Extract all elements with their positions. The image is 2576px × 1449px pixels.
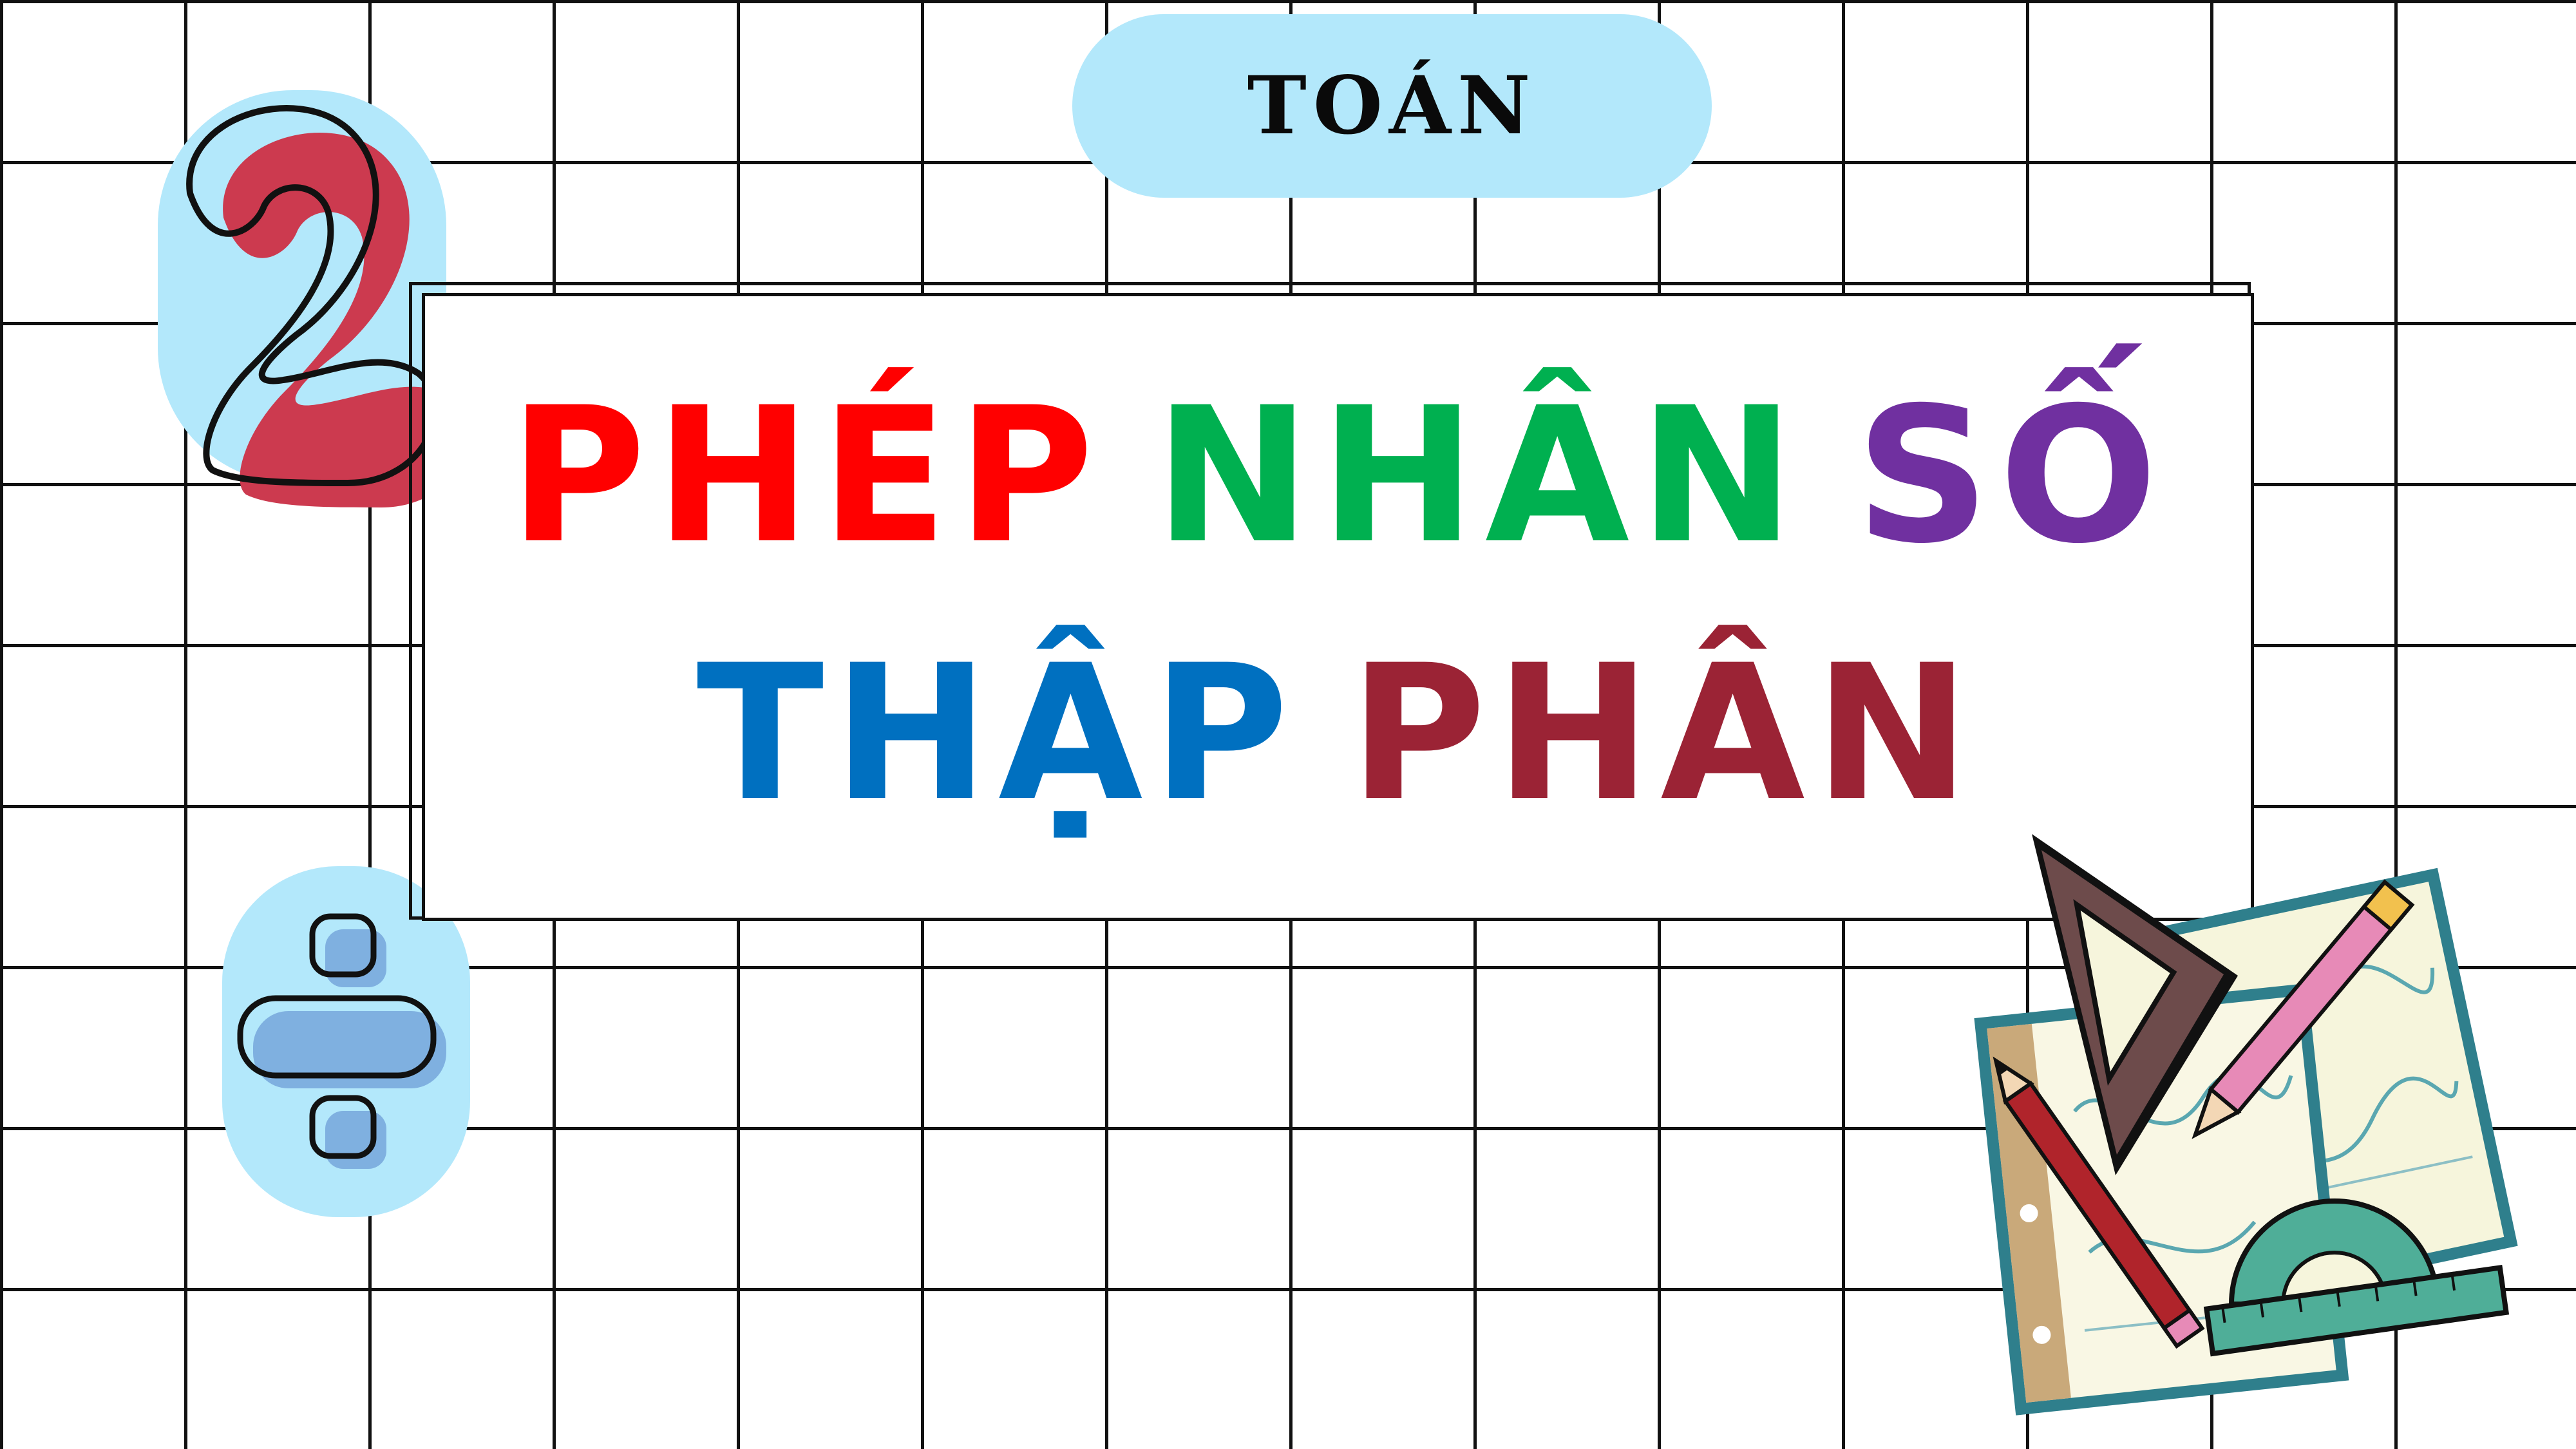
divide-icon <box>237 913 446 1169</box>
title-panel: PHÉP NHÂN SỐ THẬP PHÂN <box>422 293 2254 921</box>
title-word: NHÂN <box>1154 368 1804 585</box>
title-word: SỐ <box>1855 368 2167 585</box>
title-line-1: PHÉP NHÂN SỐ <box>425 383 2251 570</box>
subject-pill: TOÁN <box>1072 14 1712 198</box>
subject-label: TOÁN <box>1247 59 1537 153</box>
math-tools-illustration <box>1974 834 2518 1416</box>
title-line-2: THẬP PHÂN <box>425 641 2251 828</box>
title-word: THẬP <box>696 625 1298 842</box>
title-word: PHÂN <box>1349 625 1980 842</box>
title-word: PHÉP <box>509 368 1103 585</box>
